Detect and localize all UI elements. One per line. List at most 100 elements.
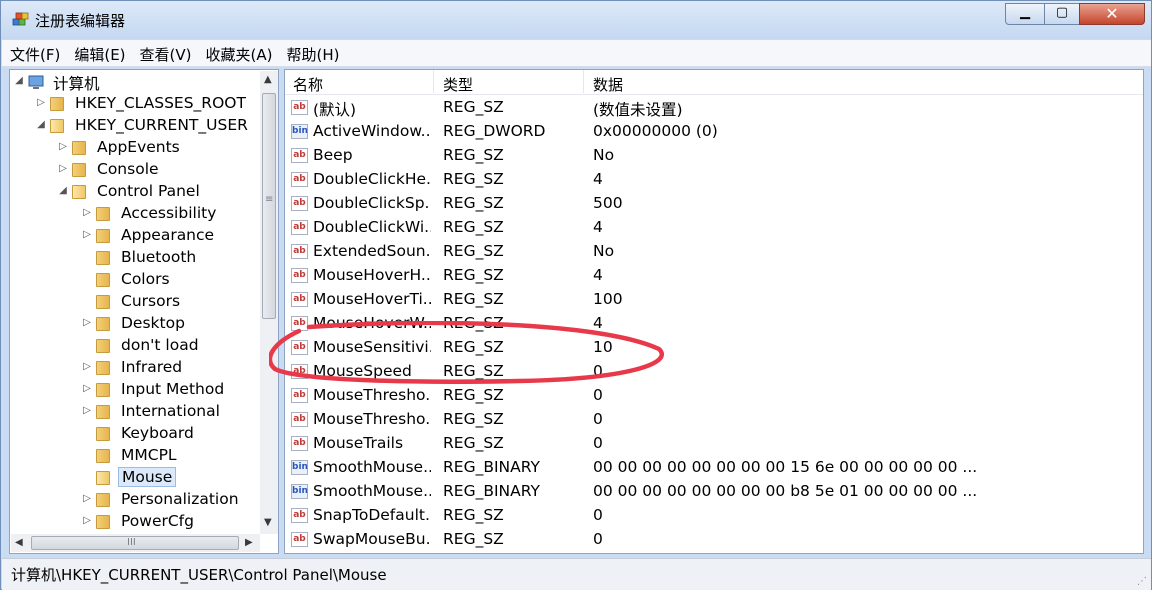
tree-item[interactable]: Keyboard	[82, 424, 255, 446]
scroll-down-icon[interactable]: ▼	[264, 517, 272, 528]
tree-item[interactable]: Bluetooth	[82, 248, 255, 270]
menu-file[interactable]: 文件(F)	[2, 40, 66, 65]
tree-item-label[interactable]: don't load	[118, 336, 202, 354]
tree-item-label[interactable]: HKEY_CLASSES_ROOT	[72, 94, 249, 112]
tree-item[interactable]: ◢ 计算机	[14, 72, 255, 94]
expand-arrow-icon[interactable]: ▷	[58, 163, 68, 174]
tree-item-label[interactable]: Input Method	[118, 380, 227, 398]
tree-item-label[interactable]: HKEY_CURRENT_USER	[72, 116, 251, 134]
tree-item-label[interactable]: Personalization	[118, 490, 242, 508]
collapse-arrow-icon[interactable]: ◢	[36, 119, 46, 130]
tree-item-label[interactable]: Colors	[118, 270, 173, 288]
tree-item[interactable]: ▷ Personalization	[82, 490, 255, 512]
table-row[interactable]: ab MouseThresho... REG_SZ 0	[285, 384, 1143, 408]
tree-item[interactable]: ▷ HKEY_CLASSES_ROOT	[36, 94, 255, 116]
expand-arrow-icon[interactable]: ▷	[82, 383, 92, 394]
column-header-name[interactable]: 名称	[293, 74, 323, 95]
menu-edit[interactable]: 编辑(E)	[66, 40, 131, 65]
tree-item-label[interactable]: Control Panel	[94, 182, 203, 200]
tree-item[interactable]: ▷ PowerCfg	[82, 512, 255, 534]
table-row[interactable]: ab DoubleClickSp... REG_SZ 500	[285, 192, 1143, 216]
expand-arrow-icon[interactable]: ▷	[82, 361, 92, 372]
tree-item-label[interactable]: Console	[94, 160, 162, 178]
tree-item[interactable]: ▷ Input Method	[82, 380, 255, 402]
tree-item-label[interactable]: Desktop	[118, 314, 188, 332]
tree-item-label[interactable]: 计算机	[50, 72, 103, 94]
table-row[interactable]: ab SnapToDefault... REG_SZ 0	[285, 504, 1143, 528]
resize-grip-icon[interactable]: ⋰	[1137, 576, 1147, 587]
column-divider[interactable]	[583, 70, 584, 93]
collapse-arrow-icon[interactable]: ◢	[58, 185, 68, 196]
column-header-type[interactable]: 类型	[443, 74, 473, 95]
tree-item-label[interactable]: Cursors	[118, 292, 183, 310]
value-list[interactable]: 名称 类型 数据 ab (默认) REG_SZ (数值未设置) bin ActiveWin…	[284, 69, 1144, 554]
table-row[interactable]: ab MouseHoverTi... REG_SZ 100	[285, 288, 1143, 312]
tree-item[interactable]: don't load	[82, 336, 255, 358]
expand-arrow-icon[interactable]: ▷	[58, 141, 68, 152]
tree-item[interactable]: ▷ Appearance	[82, 226, 255, 248]
tree-vertical-scrollbar[interactable]: ▲ ≡ ▼	[260, 71, 278, 534]
scroll-right-icon[interactable]: ▶	[245, 537, 253, 548]
scroll-left-icon[interactable]: ◀	[15, 537, 23, 548]
tree-item[interactable]: ◢ HKEY_CURRENT_USER	[36, 116, 255, 138]
expand-arrow-icon[interactable]: ▷	[82, 229, 92, 240]
tree-item-label[interactable]: Infrared	[118, 358, 185, 376]
table-row[interactable]: ab MouseSpeed REG_SZ 0	[285, 360, 1143, 384]
tree-item[interactable]: ▷ Console	[58, 160, 255, 182]
tree-item-label[interactable]: PowerCfg	[118, 512, 197, 530]
table-row[interactable]: ab MouseHoverW... REG_SZ 4	[285, 312, 1143, 336]
tree-item[interactable]: MMCPL	[82, 446, 255, 468]
tree-item-label[interactable]: Bluetooth	[118, 248, 199, 266]
tree-vertical-thumb[interactable]: ≡	[262, 93, 276, 319]
tree-item[interactable]: ▷ Accessibility	[82, 204, 255, 226]
tree-item[interactable]: Colors	[82, 270, 255, 292]
maximize-button[interactable]: ▢	[1044, 3, 1080, 25]
key-tree[interactable]: ◢ 计算机 ▷ HKEY_CLASSES_ROOT ◢ HKEY_CURRENT_USER…	[9, 69, 279, 554]
table-row[interactable]: ab MouseSensitivi... REG_SZ 10	[285, 336, 1143, 360]
expand-arrow-icon[interactable]: ▷	[82, 405, 92, 416]
tree-horizontal-thumb[interactable]: III	[31, 536, 239, 550]
title-bar[interactable]: 注册表编辑器 ▁ ▢ ✕	[1, 1, 1151, 39]
table-row[interactable]: ab SwapMouseBu... REG_SZ 0	[285, 528, 1143, 552]
table-row[interactable]: ab MouseThresho... REG_SZ 0	[285, 408, 1143, 432]
table-row[interactable]: ab DoubleClickWi... REG_SZ 4	[285, 216, 1143, 240]
menu-view[interactable]: 查看(V)	[132, 40, 198, 65]
table-row[interactable]: bin SmoothMouse... REG_BINARY 00 00 00 00 0…	[285, 480, 1143, 504]
table-row[interactable]: ab MouseHoverH... REG_SZ 4	[285, 264, 1143, 288]
table-row[interactable]: ab Beep REG_SZ No	[285, 144, 1143, 168]
tree-item[interactable]: ▷ International	[82, 402, 255, 424]
tree-item[interactable]: ◢ Control Panel	[58, 182, 255, 204]
table-row[interactable]: bin ActiveWindow... REG_DWORD 0x00000000 (0…	[285, 120, 1143, 144]
menu-help[interactable]: 帮助(H)	[278, 40, 345, 65]
menu-favorites[interactable]: 收藏夹(A)	[198, 40, 279, 65]
tree-item-label[interactable]: Appearance	[118, 226, 217, 244]
column-divider[interactable]	[433, 70, 434, 93]
close-button[interactable]: ✕	[1079, 3, 1145, 25]
expand-arrow-icon[interactable]: ▷	[82, 515, 92, 526]
scroll-up-icon[interactable]: ▲	[264, 74, 272, 85]
tree-item-label[interactable]: MMCPL	[118, 446, 180, 464]
tree-item-label[interactable]: Mouse	[118, 467, 177, 487]
tree-item[interactable]: Cursors	[82, 292, 255, 314]
expand-arrow-icon[interactable]: ▷	[36, 97, 46, 108]
expand-arrow-icon[interactable]: ▷	[82, 317, 92, 328]
collapse-arrow-icon[interactable]: ◢	[14, 75, 24, 86]
tree-item-label[interactable]: Keyboard	[118, 424, 197, 442]
column-header-data[interactable]: 数据	[593, 74, 623, 95]
tree-item-label[interactable]: AppEvents	[94, 138, 183, 156]
table-row[interactable]: bin SmoothMouse... REG_BINARY 00 00 00 00 0…	[285, 456, 1143, 480]
tree-item-label[interactable]: Accessibility	[118, 204, 219, 222]
table-row[interactable]: ab (默认) REG_SZ (数值未设置)	[285, 96, 1143, 120]
tree-item[interactable]: ▷ Infrared	[82, 358, 255, 380]
tree-item[interactable]: ▷ AppEvents	[58, 138, 255, 160]
table-row[interactable]: ab ExtendedSoun... REG_SZ No	[285, 240, 1143, 264]
minimize-button[interactable]: ▁	[1005, 3, 1045, 25]
expand-arrow-icon[interactable]: ▷	[82, 207, 92, 218]
tree-item-label[interactable]: International	[118, 402, 223, 420]
table-row[interactable]: ab DoubleClickHe... REG_SZ 4	[285, 168, 1143, 192]
tree-horizontal-scrollbar[interactable]: ◀ III ▶	[11, 534, 260, 552]
tree-item[interactable]: Mouse	[82, 467, 255, 490]
expand-arrow-icon[interactable]: ▷	[82, 493, 92, 504]
tree-item[interactable]: ▷ Desktop	[82, 314, 255, 336]
table-row[interactable]: ab MouseTrails REG_SZ 0	[285, 432, 1143, 456]
